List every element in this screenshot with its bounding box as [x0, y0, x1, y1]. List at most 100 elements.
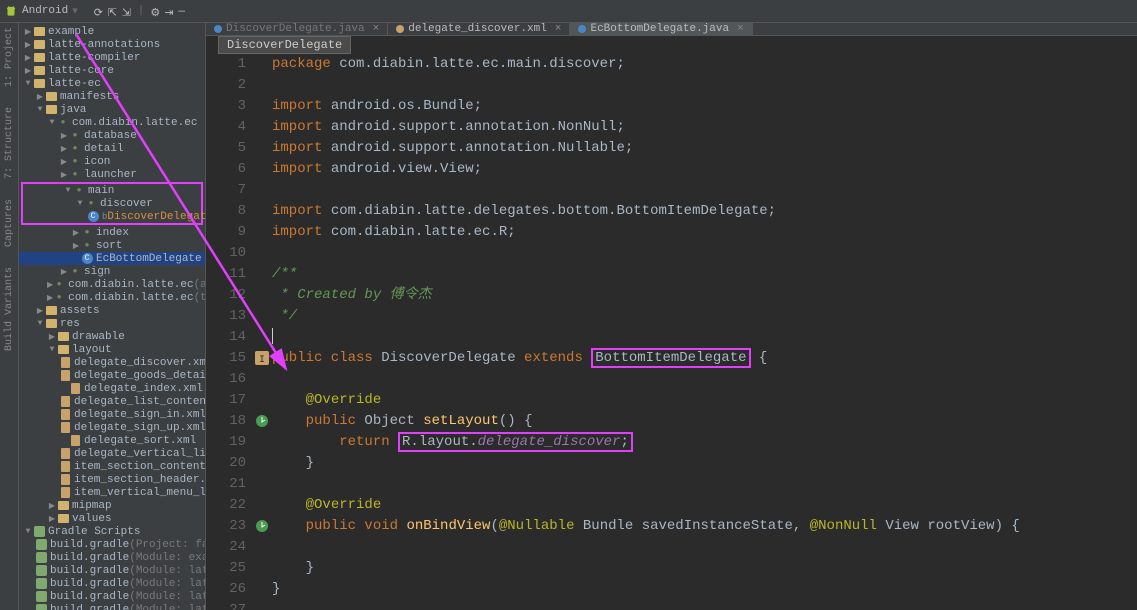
tree-item[interactable]: ▶sign: [19, 265, 205, 278]
breadcrumb-item[interactable]: DiscoverDelegate: [218, 36, 351, 54]
tree-item[interactable]: delegate_list_content.xml: [19, 395, 205, 408]
code-line[interactable]: /**: [272, 264, 1137, 285]
tree-item[interactable]: build.gradle (Module: latte-annotations): [19, 564, 205, 577]
view-mode[interactable]: Android: [22, 5, 68, 17]
code-line[interactable]: [272, 474, 1137, 495]
tree-item[interactable]: build.gradle (Module: latte-compiler): [19, 577, 205, 590]
code-line[interactable]: import android.support.annotation.NonNul…: [272, 117, 1137, 138]
toolbar-icon[interactable]: —: [178, 6, 188, 16]
xml-icon: [69, 435, 81, 447]
tree-item[interactable]: ▶database: [19, 129, 205, 142]
toolbar-icon[interactable]: ⇱: [108, 6, 118, 16]
tree-item[interactable]: ▼main: [23, 184, 201, 197]
tool-project[interactable]: 1: Project: [4, 27, 15, 87]
code-line[interactable]: [272, 537, 1137, 558]
override-gutter-icon[interactable]: [255, 519, 269, 533]
tree-item[interactable]: delegate_vertical_list.xml: [19, 447, 205, 460]
tree-item[interactable]: ▶icon: [19, 155, 205, 168]
tree-item[interactable]: ▼java: [19, 103, 205, 116]
tree-item[interactable]: ▶example: [19, 25, 205, 38]
tree-item[interactable]: ▶values: [19, 512, 205, 525]
tree-item[interactable]: build.gradle (Project: fastEC): [19, 538, 205, 551]
tree-item[interactable]: build.gradle (Module: latte-ec): [19, 603, 205, 610]
code-line[interactable]: import com.diabin.latte.delegates.bottom…: [272, 201, 1137, 222]
code-line[interactable]: [272, 327, 1137, 348]
tree-item[interactable]: ▶detail: [19, 142, 205, 155]
close-icon[interactable]: ×: [373, 23, 380, 35]
tool-captures[interactable]: Captures: [4, 199, 15, 247]
toolbar-icon[interactable]: ⟳: [94, 6, 104, 16]
tree-item[interactable]: item_section_content.xml: [19, 460, 205, 473]
code-line[interactable]: import com.diabin.latte.ec.R;: [272, 222, 1137, 243]
tree-item[interactable]: delegate_sort.xml: [19, 434, 205, 447]
tree-item[interactable]: ▶index: [19, 226, 205, 239]
tree-item[interactable]: build.gradle (Module: example): [19, 551, 205, 564]
tree-item[interactable]: ▼Gradle Scripts: [19, 525, 205, 538]
code-line[interactable]: [272, 243, 1137, 264]
tree-item[interactable]: b DiscoverDelegate: [23, 210, 201, 223]
code-line[interactable]: }: [272, 579, 1137, 600]
tool-structure[interactable]: 7: Structure: [4, 107, 15, 179]
code-line[interactable]: * Created by 傅令杰: [272, 285, 1137, 306]
tree-item[interactable]: ▶launcher: [19, 168, 205, 181]
code-line[interactable]: [272, 180, 1137, 201]
code-line[interactable]: */: [272, 306, 1137, 327]
tree-item[interactable]: ▶com.diabin.latte.ec (androidTest): [19, 278, 205, 291]
code-line[interactable]: [272, 369, 1137, 390]
code-line[interactable]: }: [272, 453, 1137, 474]
tool-build-variants[interactable]: Build Variants: [4, 267, 15, 351]
code-line[interactable]: public class DiscoverDelegate extends Bo…: [272, 348, 1137, 369]
toolbar-icon[interactable]: ⇥: [164, 6, 174, 16]
code-editor[interactable]: 1234567891011121314151617181920212223242…: [206, 54, 1137, 610]
tree-item[interactable]: ▶sort: [19, 239, 205, 252]
code-line[interactable]: }: [272, 558, 1137, 579]
editor-tab[interactable]: delegate_discover.xml×: [388, 23, 570, 35]
tree-item[interactable]: ▼com.diabin.latte.ec: [19, 116, 205, 129]
editor-tab[interactable]: DiscoverDelegate.java×: [206, 23, 388, 35]
code-line[interactable]: public void onBindView(@Nullable Bundle …: [272, 516, 1137, 537]
tree-item[interactable]: ▶manifests: [19, 90, 205, 103]
pkg-icon: [81, 240, 93, 252]
editor-tab[interactable]: EcBottomDelegate.java×: [570, 23, 752, 35]
tree-item[interactable]: ▶com.diabin.latte.ec (test): [19, 291, 205, 304]
tree-item[interactable]: delegate_discover.xml: [19, 356, 205, 369]
code-content[interactable]: package com.diabin.latte.ec.main.discove…: [272, 54, 1137, 610]
code-line[interactable]: public Object setLayout() {: [272, 411, 1137, 432]
code-line[interactable]: return R.layout.delegate_discover;: [272, 432, 1137, 453]
pkg-icon: [57, 117, 69, 129]
code-line[interactable]: import android.support.annotation.Nullab…: [272, 138, 1137, 159]
code-line[interactable]: [272, 600, 1137, 610]
line-number: 22: [206, 495, 246, 516]
tree-item[interactable]: build.gradle (Module: latte-core): [19, 590, 205, 603]
tree-item[interactable]: ▼layout: [19, 343, 205, 356]
tree-item[interactable]: ▶latte-annotations: [19, 38, 205, 51]
code-line[interactable]: import android.os.Bundle;: [272, 96, 1137, 117]
tree-item[interactable]: delegate_sign_in.xml: [19, 408, 205, 421]
close-icon[interactable]: ×: [555, 23, 562, 35]
tree-item[interactable]: ▼res: [19, 317, 205, 330]
tree-item[interactable]: ▶latte-core: [19, 64, 205, 77]
code-line[interactable]: @Override: [272, 390, 1137, 411]
tree-item[interactable]: ▼discover: [23, 197, 201, 210]
tree-item[interactable]: ▶mipmap: [19, 499, 205, 512]
code-line[interactable]: package com.diabin.latte.ec.main.discove…: [272, 54, 1137, 75]
code-line[interactable]: @Override: [272, 495, 1137, 516]
tree-item[interactable]: item_section_header.xml: [19, 473, 205, 486]
override-gutter-icon[interactable]: [255, 414, 269, 428]
tree-item[interactable]: item_vertical_menu_list.xml: [19, 486, 205, 499]
code-line[interactable]: [272, 75, 1137, 96]
toolbar-icon[interactable]: ⚙: [150, 6, 160, 16]
toolbar-icon[interactable]: ⇲: [122, 6, 132, 16]
tree-item[interactable]: EcBottomDelegate: [19, 252, 205, 265]
tree-item[interactable]: delegate_index.xml: [19, 382, 205, 395]
code-line[interactable]: import android.view.View;: [272, 159, 1137, 180]
tree-item[interactable]: ▶latte-compiler: [19, 51, 205, 64]
tree-item[interactable]: delegate_goods_detail.xml: [19, 369, 205, 382]
tree-item[interactable]: ▶drawable: [19, 330, 205, 343]
tree-item[interactable]: delegate_sign_up.xml: [19, 421, 205, 434]
project-tree[interactable]: ▶example▶latte-annotations▶latte-compile…: [19, 23, 205, 610]
impl-gutter-icon[interactable]: I: [255, 351, 269, 365]
tree-item[interactable]: ▼latte-ec: [19, 77, 205, 90]
tree-item[interactable]: ▶assets: [19, 304, 205, 317]
close-icon[interactable]: ×: [737, 23, 744, 35]
